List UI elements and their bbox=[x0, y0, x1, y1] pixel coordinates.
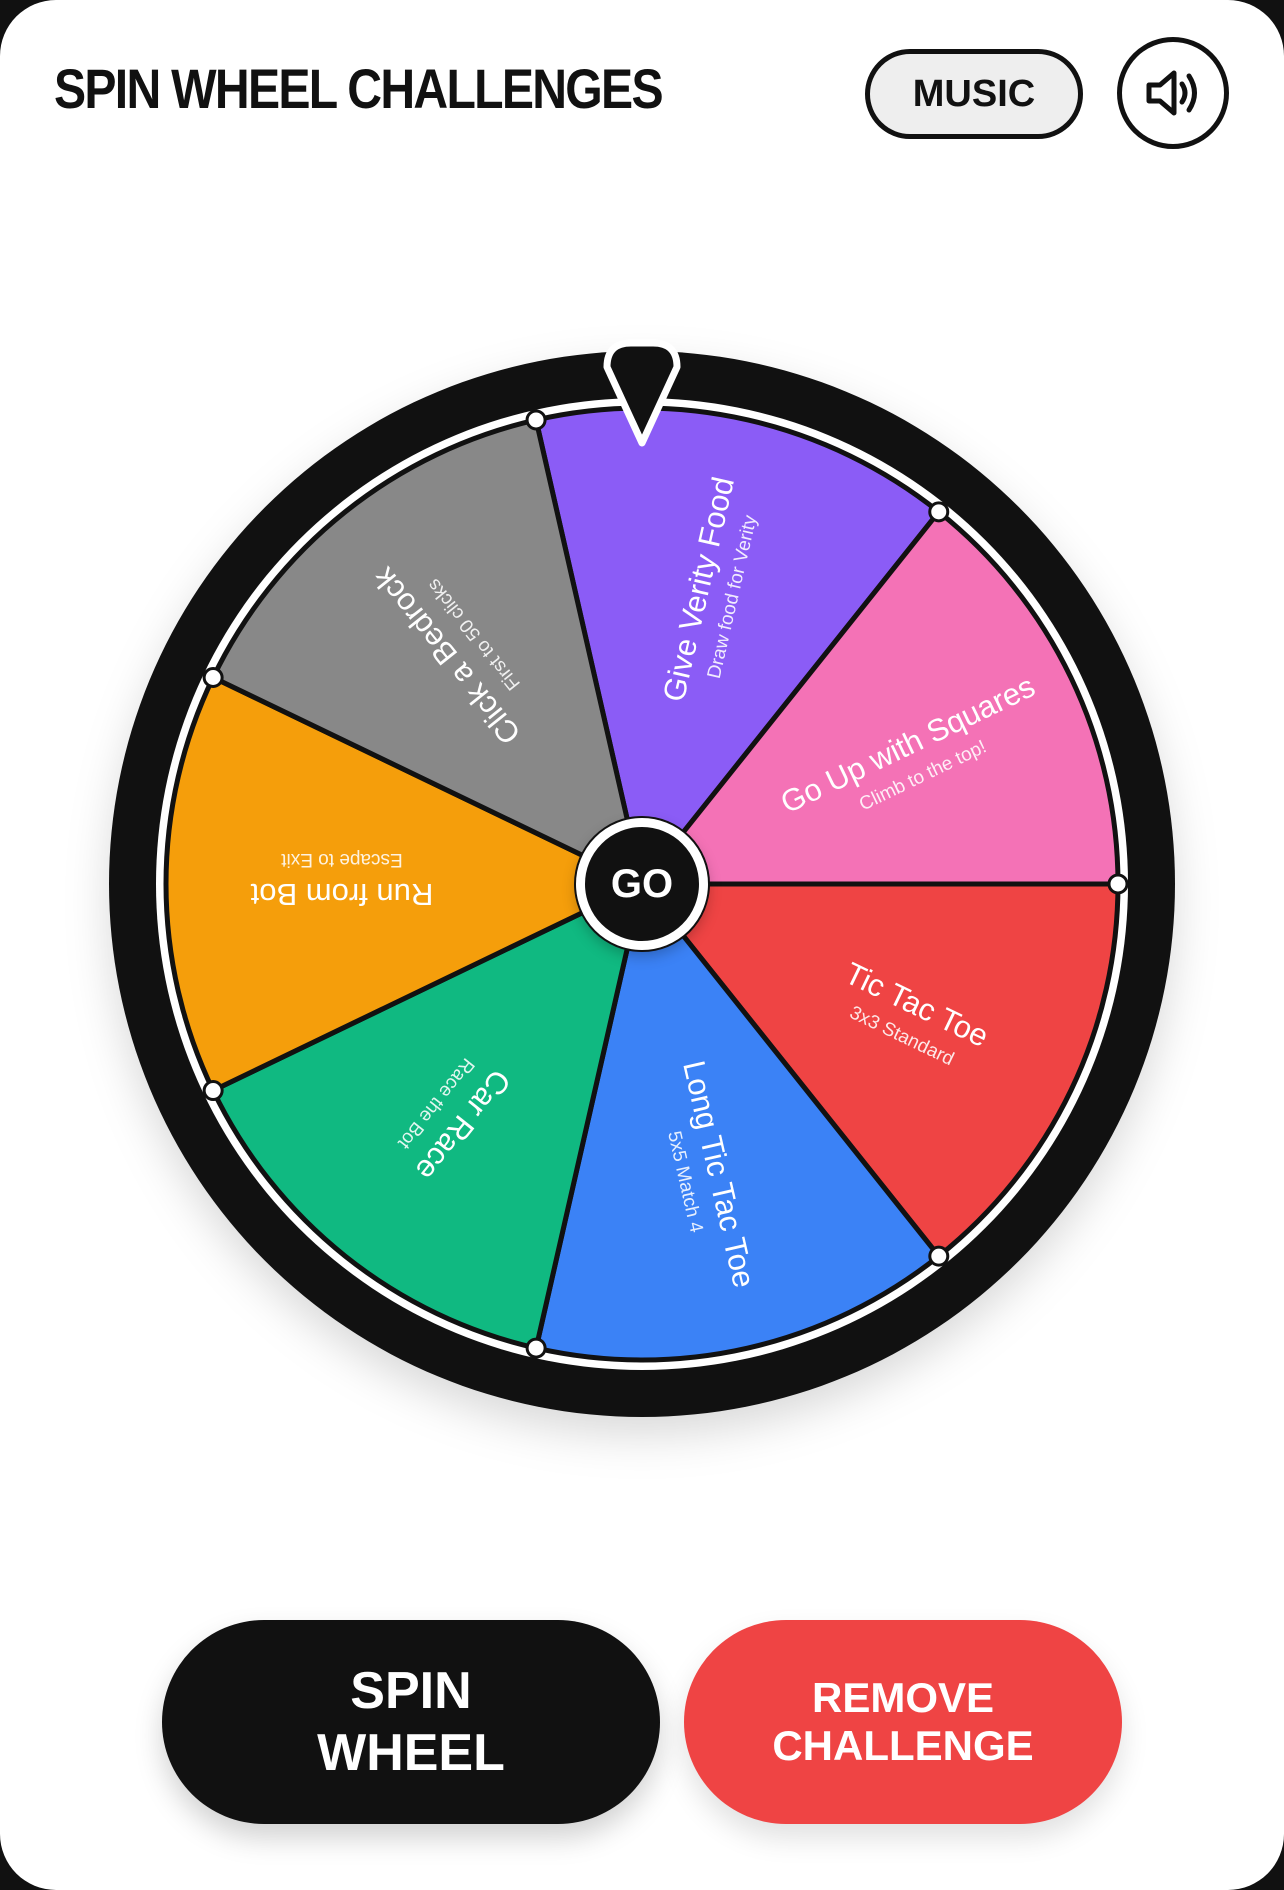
wheel-divider-peg bbox=[525, 409, 547, 431]
wheel-divider-peg bbox=[1107, 873, 1129, 895]
go-button-label: GO bbox=[610, 861, 674, 906]
go-button[interactable]: GO bbox=[576, 818, 708, 950]
spin-button-line-1: SPIN bbox=[350, 1662, 472, 1720]
segment-title: Run from Bot bbox=[250, 877, 433, 912]
wheel-divider-peg bbox=[928, 501, 950, 523]
remove-button-line-1: REMOVE bbox=[811, 1674, 995, 1721]
wheel-divider-peg bbox=[928, 1245, 950, 1267]
sound-toggle-button[interactable] bbox=[1117, 37, 1229, 149]
wheel-divider-peg bbox=[525, 1337, 547, 1359]
remove-challenge-button[interactable]: REMOVE CHALLENGE bbox=[684, 1620, 1122, 1824]
wheel-divider-peg bbox=[202, 1080, 224, 1102]
spin-wheel-button[interactable]: SPIN WHEEL bbox=[162, 1620, 660, 1824]
pointer-icon bbox=[603, 339, 681, 447]
app-screen: SPIN WHEEL CHALLENGES MUSIC Give Verity … bbox=[0, 0, 1284, 1890]
music-button-label: MUSIC bbox=[912, 72, 1036, 115]
spin-button-line-2: WHEEL bbox=[317, 1724, 505, 1782]
music-button[interactable]: MUSIC bbox=[865, 49, 1083, 139]
segment-subtitle: Escape to Exit bbox=[281, 849, 403, 870]
remove-button-line-2: CHALLENGE bbox=[772, 1722, 1034, 1769]
wheel-divider-peg bbox=[202, 666, 224, 688]
page-title: SPIN WHEEL CHALLENGES bbox=[54, 57, 664, 120]
speaker-volume-icon bbox=[1146, 70, 1197, 116]
